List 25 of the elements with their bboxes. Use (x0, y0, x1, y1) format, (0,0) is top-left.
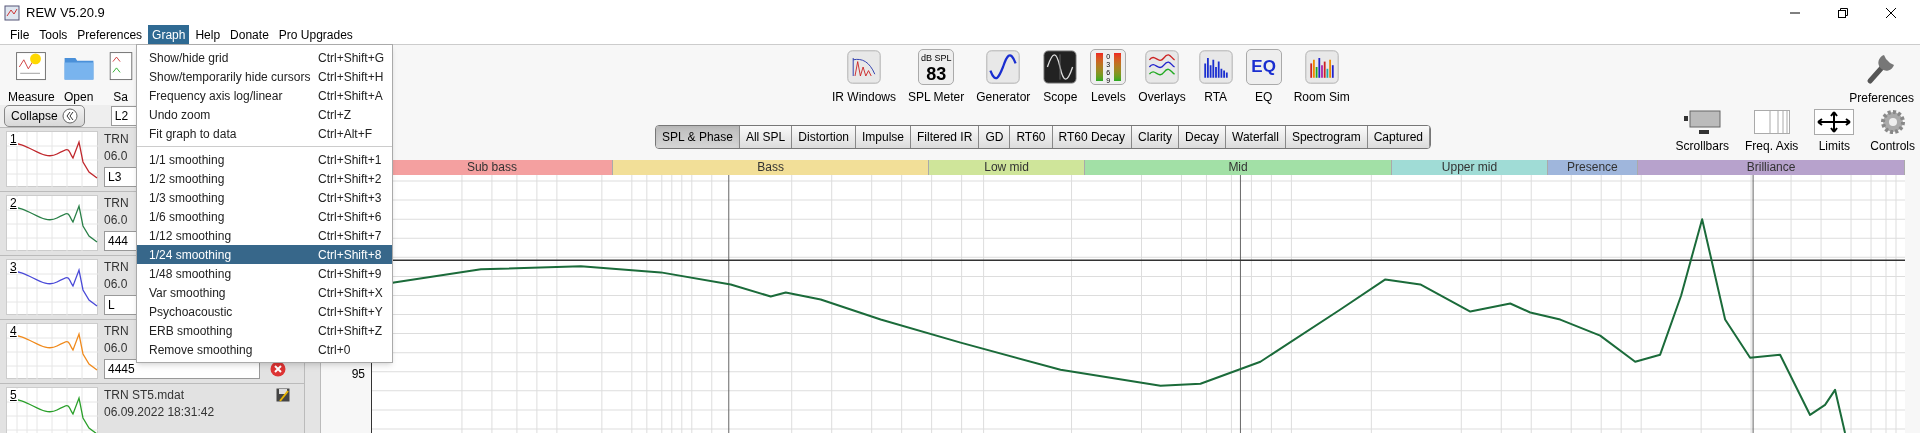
measurement-name: TRN (104, 323, 129, 340)
measurement-name: TRN (104, 195, 129, 212)
measurement-date: 06.0 (104, 148, 128, 163)
measurement-number: 1 (9, 133, 18, 146)
eq-icon: EQ (1245, 49, 1282, 85)
frequency-band-label: Mid (1084, 160, 1393, 175)
measurement-name: TRN (104, 131, 129, 148)
spl-meter-icon: dB SPL 83 (918, 49, 955, 85)
frequency-band-label: Bass (612, 160, 930, 175)
frequency-band-label: Low mid (929, 160, 1085, 175)
measurement-number: 4 (9, 325, 18, 338)
measurement-date: 06.09.2022 18:31:42 (104, 404, 215, 419)
window-title: REW V5.20.9 (26, 3, 105, 22)
measurement-number: 5 (9, 389, 18, 402)
measurement-name: TRN (104, 259, 129, 276)
frequency-band-label: Brilliance (1638, 160, 1905, 175)
measurement-date: 06.0 (104, 276, 128, 291)
axis-label: 95 (351, 366, 365, 383)
frequency-band-label: Presence (1547, 160, 1639, 175)
frequency-band-label: Upper mid (1392, 160, 1548, 175)
measurement-date: 06.0 (104, 340, 128, 355)
measurement-name: TRN ST5.mdat (104, 387, 184, 404)
measurement-date: 06.0 (104, 212, 128, 227)
measurement-number: 3 (9, 261, 18, 274)
measurement-number: 2 (9, 197, 18, 210)
